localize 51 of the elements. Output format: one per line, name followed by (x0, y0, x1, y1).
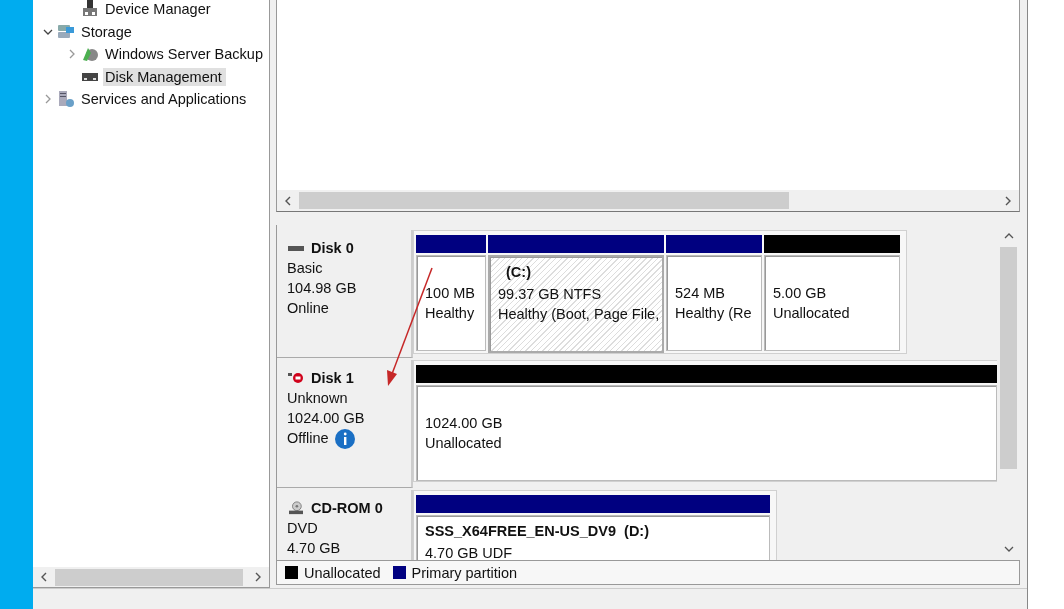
partition-info: 99.37 GB NTFS (498, 286, 602, 302)
storage-icon (57, 22, 75, 41)
scroll-right-icon[interactable] (254, 572, 262, 582)
partition-block[interactable]: 100 MB Healthy (416, 255, 486, 351)
info-icon[interactable] (334, 429, 355, 450)
tree-item[interactable]: Storage (79, 22, 136, 41)
partition-info: Healthy (425, 305, 475, 321)
disk-name: CD-ROM 0 (311, 499, 383, 518)
horizontal-scrollbar[interactable] (33, 567, 269, 587)
tree-item[interactable]: Disk Management (103, 67, 226, 86)
partition-info: Healthy (Boot, Page File, (498, 306, 660, 322)
disk-info: Offline (287, 430, 329, 446)
services-icon (57, 90, 75, 109)
partition-info: 1024.00 GB (425, 415, 503, 431)
partition-header-bar (416, 235, 486, 253)
cd-drive-icon (287, 501, 305, 515)
disk-info: Basic (287, 260, 323, 276)
partition-info: Unallocated (773, 305, 850, 321)
scroll-left-icon[interactable] (40, 572, 48, 582)
legend-label: Primary partition (411, 564, 518, 581)
horizontal-scrollbar[interactable] (276, 190, 1020, 212)
disk-info: Unknown (287, 390, 348, 406)
partition-info: 524 MB (675, 285, 725, 301)
disk-info: Online (287, 300, 329, 316)
partition-info: 4.70 GB UDF (425, 545, 513, 560)
offline-disk-icon (287, 371, 305, 385)
partition-block[interactable]: 5.00 GB Unallocated (764, 255, 900, 351)
tree-item[interactable]: Services and Applications (79, 90, 251, 109)
partition-block[interactable]: (C:) 99.37 GB NTFS Healthy (Boot, Page File, (488, 255, 664, 353)
partition-info: 5.00 GB (773, 285, 827, 301)
scroll-right-icon[interactable] (1004, 195, 1012, 206)
partition-block[interactable]: 1024.00 GB Unallocated (416, 385, 997, 481)
disk-name: Disk 1 (311, 369, 354, 388)
partition-block[interactable]: SSS_X64FREE_EN-US_DV9 (D:) 4.70 GB UDF (416, 515, 770, 560)
disk-name: Disk 0 (311, 239, 354, 258)
disk-info: DVD (287, 520, 318, 536)
scroll-left-icon[interactable] (284, 195, 292, 206)
disk-info: 1024.00 GB (287, 410, 365, 426)
partition-info: Unallocated (425, 435, 502, 451)
partition-title: SSS_X64FREE_EN-US_DV9 (D:) (425, 523, 649, 539)
legend-label: Unallocated (304, 564, 381, 581)
disk-info: 104.98 GB (287, 280, 357, 296)
partition-title: (C:) (506, 264, 531, 280)
tree-item[interactable]: Windows Server Backup (103, 45, 267, 64)
partition-info: 100 MB (425, 285, 475, 301)
partition-info: Healthy (Re (675, 305, 752, 321)
partition-block[interactable]: 524 MB Healthy (Re (666, 255, 762, 351)
scroll-up-icon[interactable] (1003, 232, 1014, 240)
tree-item[interactable]: Device Manager (103, 0, 215, 19)
scroll-down-icon[interactable] (1003, 545, 1014, 553)
disk-info: 4.70 GB (287, 540, 341, 556)
